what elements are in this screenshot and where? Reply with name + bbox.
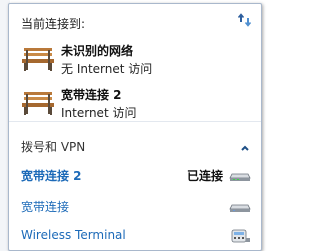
connection-state: 已连接 — [186, 169, 223, 183]
modem-icon — [229, 197, 251, 215]
chevron-up-icon[interactable] — [239, 139, 251, 151]
network-item-broadband-2[interactable]: 宽带连接 2 Internet 访问 — [21, 86, 251, 122]
phone-modem-icon — [229, 227, 251, 245]
network-status: 无 Internet 访问 — [61, 62, 153, 76]
dialup-item-broadband[interactable]: 宽带连接 — [21, 197, 251, 217]
dialup-item-broadband-2[interactable]: 宽带连接 2 已连接 — [21, 166, 251, 186]
bench-network-icon — [21, 46, 55, 74]
modem-icon — [229, 166, 251, 184]
connection-label: 宽带连接 2 — [21, 169, 82, 183]
section-divider — [9, 121, 261, 122]
network-name: 宽带连接 2 — [61, 88, 122, 102]
current-connection-heading: 当前连接到: — [21, 17, 86, 31]
dialup-vpn-heading: 拨号和 VPN — [21, 140, 86, 154]
refresh-icon[interactable] — [237, 12, 253, 28]
dialup-item-wireless-terminal[interactable]: Wireless Terminal — [21, 227, 251, 247]
connection-label: 宽带连接 — [21, 200, 70, 214]
network-item-unidentified[interactable]: 未识别的网络 无 Internet 访问 — [21, 42, 251, 78]
bench-network-icon — [21, 90, 55, 118]
connection-label: Wireless Terminal — [21, 228, 126, 242]
network-flyout-panel: 当前连接到: 未识别的网络 无 Internet 访问 宽带连接 2 Inter… — [8, 3, 262, 251]
network-status: Internet 访问 — [61, 106, 137, 120]
network-name: 未识别的网络 — [61, 44, 134, 58]
